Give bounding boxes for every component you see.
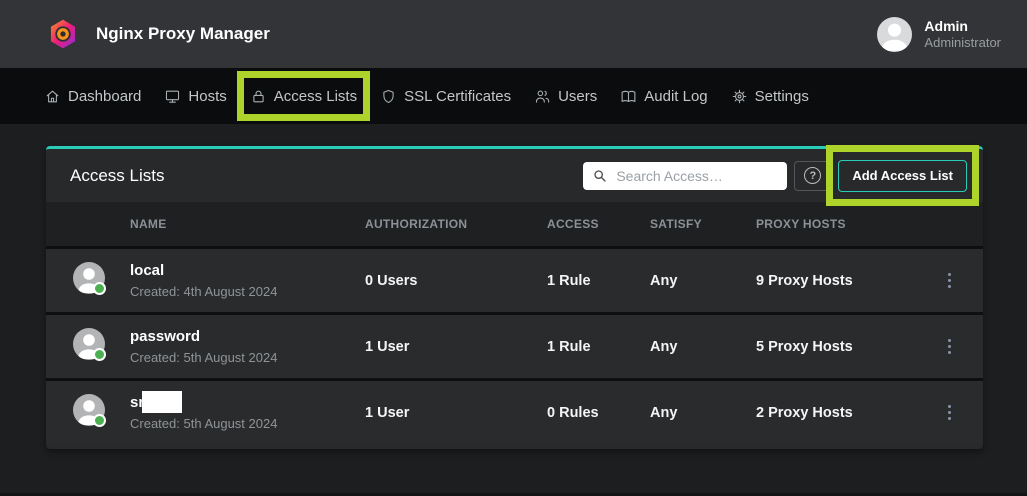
row-menu-button[interactable]: [944, 269, 956, 293]
nav-item-ssl-certificates[interactable]: SSL Certificates: [380, 88, 511, 105]
created-date: Created: 4th August 2024: [130, 284, 365, 299]
monitor-icon: [164, 88, 181, 105]
proxy-hosts-value: 5 Proxy Hosts: [756, 339, 926, 355]
panel-header: Access Lists ? Add Access List: [46, 149, 983, 202]
access-list-name: password: [130, 328, 365, 346]
status-online-dot: [93, 414, 106, 427]
app-header: Nginx Proxy Manager Admin Administrator: [0, 0, 1027, 68]
search-icon: [592, 168, 608, 184]
nav-item-users[interactable]: Users: [534, 88, 597, 105]
proxy-hosts-value: 9 Proxy Hosts: [756, 273, 926, 289]
nav-label: Hosts: [188, 88, 226, 105]
column-header-satisfy: SATISFY: [650, 217, 756, 231]
access-lists-panel: Access Lists ? Add Access List NAME AUTH…: [46, 146, 983, 449]
column-header-name: NAME: [130, 217, 365, 231]
nav-label: SSL Certificates: [404, 88, 511, 105]
lock-icon: [250, 88, 267, 105]
page-title: Access Lists: [70, 166, 164, 186]
access-value: 1 Rule: [547, 339, 650, 355]
question-mark-icon: ?: [804, 167, 821, 184]
created-date: Created: 5th August 2024: [130, 350, 365, 365]
user-role: Administrator: [924, 35, 1001, 51]
nav-item-hosts[interactable]: Hosts: [164, 88, 226, 105]
nav-item-access-lists[interactable]: Access Lists: [250, 88, 357, 105]
table-row[interactable]: sn Created: 5th August 2024 1 User 0 Rul…: [46, 378, 983, 444]
search-box: [583, 162, 787, 190]
nav-label: Settings: [755, 88, 809, 105]
user-name: Admin: [924, 18, 1001, 35]
row-menu-button[interactable]: [944, 401, 956, 425]
table-row[interactable]: local Created: 4th August 2024 0 Users 1…: [46, 246, 983, 312]
column-header-access: ACCESS: [547, 217, 650, 231]
gear-icon: [731, 88, 748, 105]
access-list-name: local: [130, 262, 365, 280]
add-access-list-button[interactable]: Add Access List: [838, 160, 967, 192]
status-online-dot: [93, 348, 106, 361]
app-logo-icon: [48, 18, 78, 50]
nav-item-audit-log[interactable]: Audit Log: [620, 88, 707, 105]
satisfy-value: Any: [650, 405, 756, 421]
book-icon: [620, 88, 637, 105]
table-header-row: NAME AUTHORIZATION ACCESS SATISFY PROXY …: [46, 202, 983, 246]
satisfy-value: Any: [650, 273, 756, 289]
nav-item-settings[interactable]: Settings: [731, 88, 809, 105]
access-value: 0 Rules: [547, 405, 650, 421]
user-avatar: [877, 17, 912, 52]
nav-item-dashboard[interactable]: Dashboard: [44, 88, 141, 105]
redaction-box: [142, 391, 182, 413]
satisfy-value: Any: [650, 339, 756, 355]
users-icon: [534, 88, 551, 105]
authorization-value: 1 User: [365, 405, 547, 421]
search-input[interactable]: [583, 162, 787, 190]
access-value: 1 Rule: [547, 273, 650, 289]
shield-icon: [380, 88, 397, 105]
column-header-authorization: AUTHORIZATION: [365, 217, 547, 231]
app-title: Nginx Proxy Manager: [96, 24, 270, 44]
home-icon: [44, 88, 61, 105]
nav-label: Access Lists: [274, 88, 357, 105]
nav-label: Users: [558, 88, 597, 105]
status-online-dot: [93, 282, 106, 295]
authorization-value: 0 Users: [365, 273, 547, 289]
proxy-hosts-value: 2 Proxy Hosts: [756, 405, 926, 421]
table-row[interactable]: password Created: 5th August 2024 1 User…: [46, 312, 983, 378]
help-button[interactable]: ?: [794, 161, 831, 191]
nav-label: Audit Log: [644, 88, 707, 105]
created-date: Created: 5th August 2024: [130, 416, 365, 431]
user-menu[interactable]: Admin Administrator: [877, 17, 1001, 52]
nav-label: Dashboard: [68, 88, 141, 105]
row-menu-button[interactable]: [944, 335, 956, 359]
column-header-proxy-hosts: PROXY HOSTS: [756, 217, 926, 231]
main-nav: Dashboard Hosts Access Lists SSL Certifi…: [0, 68, 1027, 124]
authorization-value: 1 User: [365, 339, 547, 355]
